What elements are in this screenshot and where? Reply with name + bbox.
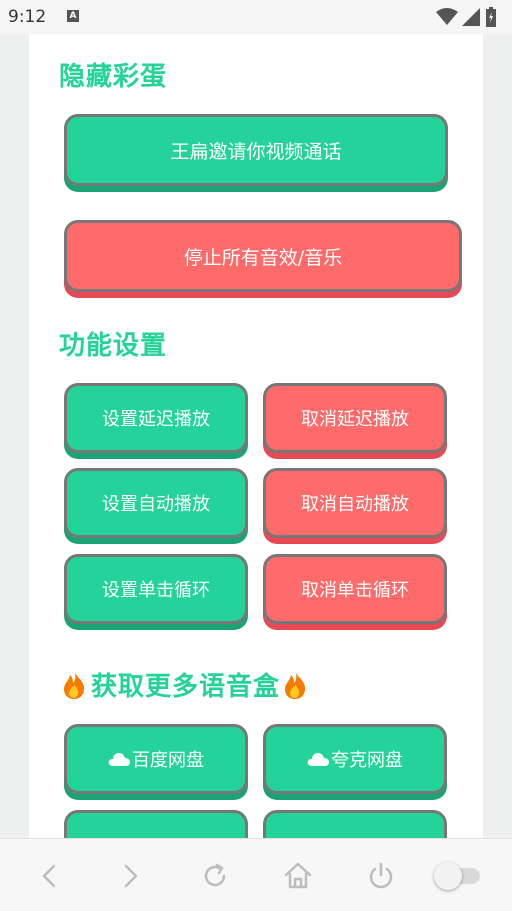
- back-icon[interactable]: [32, 859, 66, 893]
- toggle-switch[interactable]: [434, 862, 482, 890]
- baidu-netdisk-label: 百度网盘: [132, 750, 204, 771]
- fire-icon: [285, 670, 306, 699]
- fire-icon: [64, 670, 85, 699]
- status-time: 9:12: [8, 7, 47, 27]
- content-card: 隐藏彩蛋 王扁邀请你视频通话 停止所有音效/音乐 功能设置 设置延迟播放 取消延…: [29, 34, 483, 838]
- cancel-delay-play-button[interactable]: 取消延迟播放: [263, 383, 447, 453]
- more-boxes-title-text: 获取更多语音盒: [91, 672, 281, 702]
- home-icon[interactable]: [281, 859, 315, 893]
- power-icon[interactable]: [364, 859, 398, 893]
- browser-nav-bar: [0, 838, 512, 911]
- more-download-button-right[interactable]: [263, 810, 447, 838]
- section-title-more-boxes: 获取更多语音盒: [61, 666, 308, 703]
- section-title-settings: 功能设置: [59, 331, 168, 361]
- set-click-loop-button[interactable]: 设置单击循环: [64, 554, 248, 624]
- cancel-auto-play-button[interactable]: 取消自动播放: [263, 468, 447, 538]
- quark-netdisk-button[interactable]: 夸克网盘: [263, 724, 447, 794]
- notification-a-icon: A: [67, 10, 79, 22]
- section-title-hidden-eggs: 隐藏彩蛋: [59, 62, 168, 92]
- refresh-icon[interactable]: [198, 859, 232, 893]
- toggle-knob: [434, 862, 462, 890]
- cloud-icon: [307, 753, 329, 766]
- status-icons: [434, 7, 504, 27]
- status-bar: 9:12 A: [0, 0, 512, 34]
- forward-icon[interactable]: [114, 859, 148, 893]
- more-download-button-left[interactable]: [64, 810, 248, 838]
- stop-all-sounds-button[interactable]: 停止所有音效/音乐: [64, 220, 462, 292]
- video-call-button[interactable]: 王扁邀请你视频通话: [64, 114, 448, 186]
- webview[interactable]: 隐藏彩蛋 王扁邀请你视频通话 停止所有音效/音乐 功能设置 设置延迟播放 取消延…: [0, 34, 512, 838]
- set-auto-play-button[interactable]: 设置自动播放: [64, 468, 248, 538]
- quark-netdisk-label: 夸克网盘: [331, 750, 403, 771]
- baidu-netdisk-button[interactable]: 百度网盘: [64, 724, 248, 794]
- battery-icon: [486, 7, 496, 27]
- set-delay-play-button[interactable]: 设置延迟播放: [64, 383, 248, 453]
- cancel-click-loop-button[interactable]: 取消单击循环: [263, 554, 447, 624]
- cloud-icon: [108, 753, 130, 766]
- signal-icon: [462, 8, 480, 26]
- wifi-icon: [436, 8, 458, 25]
